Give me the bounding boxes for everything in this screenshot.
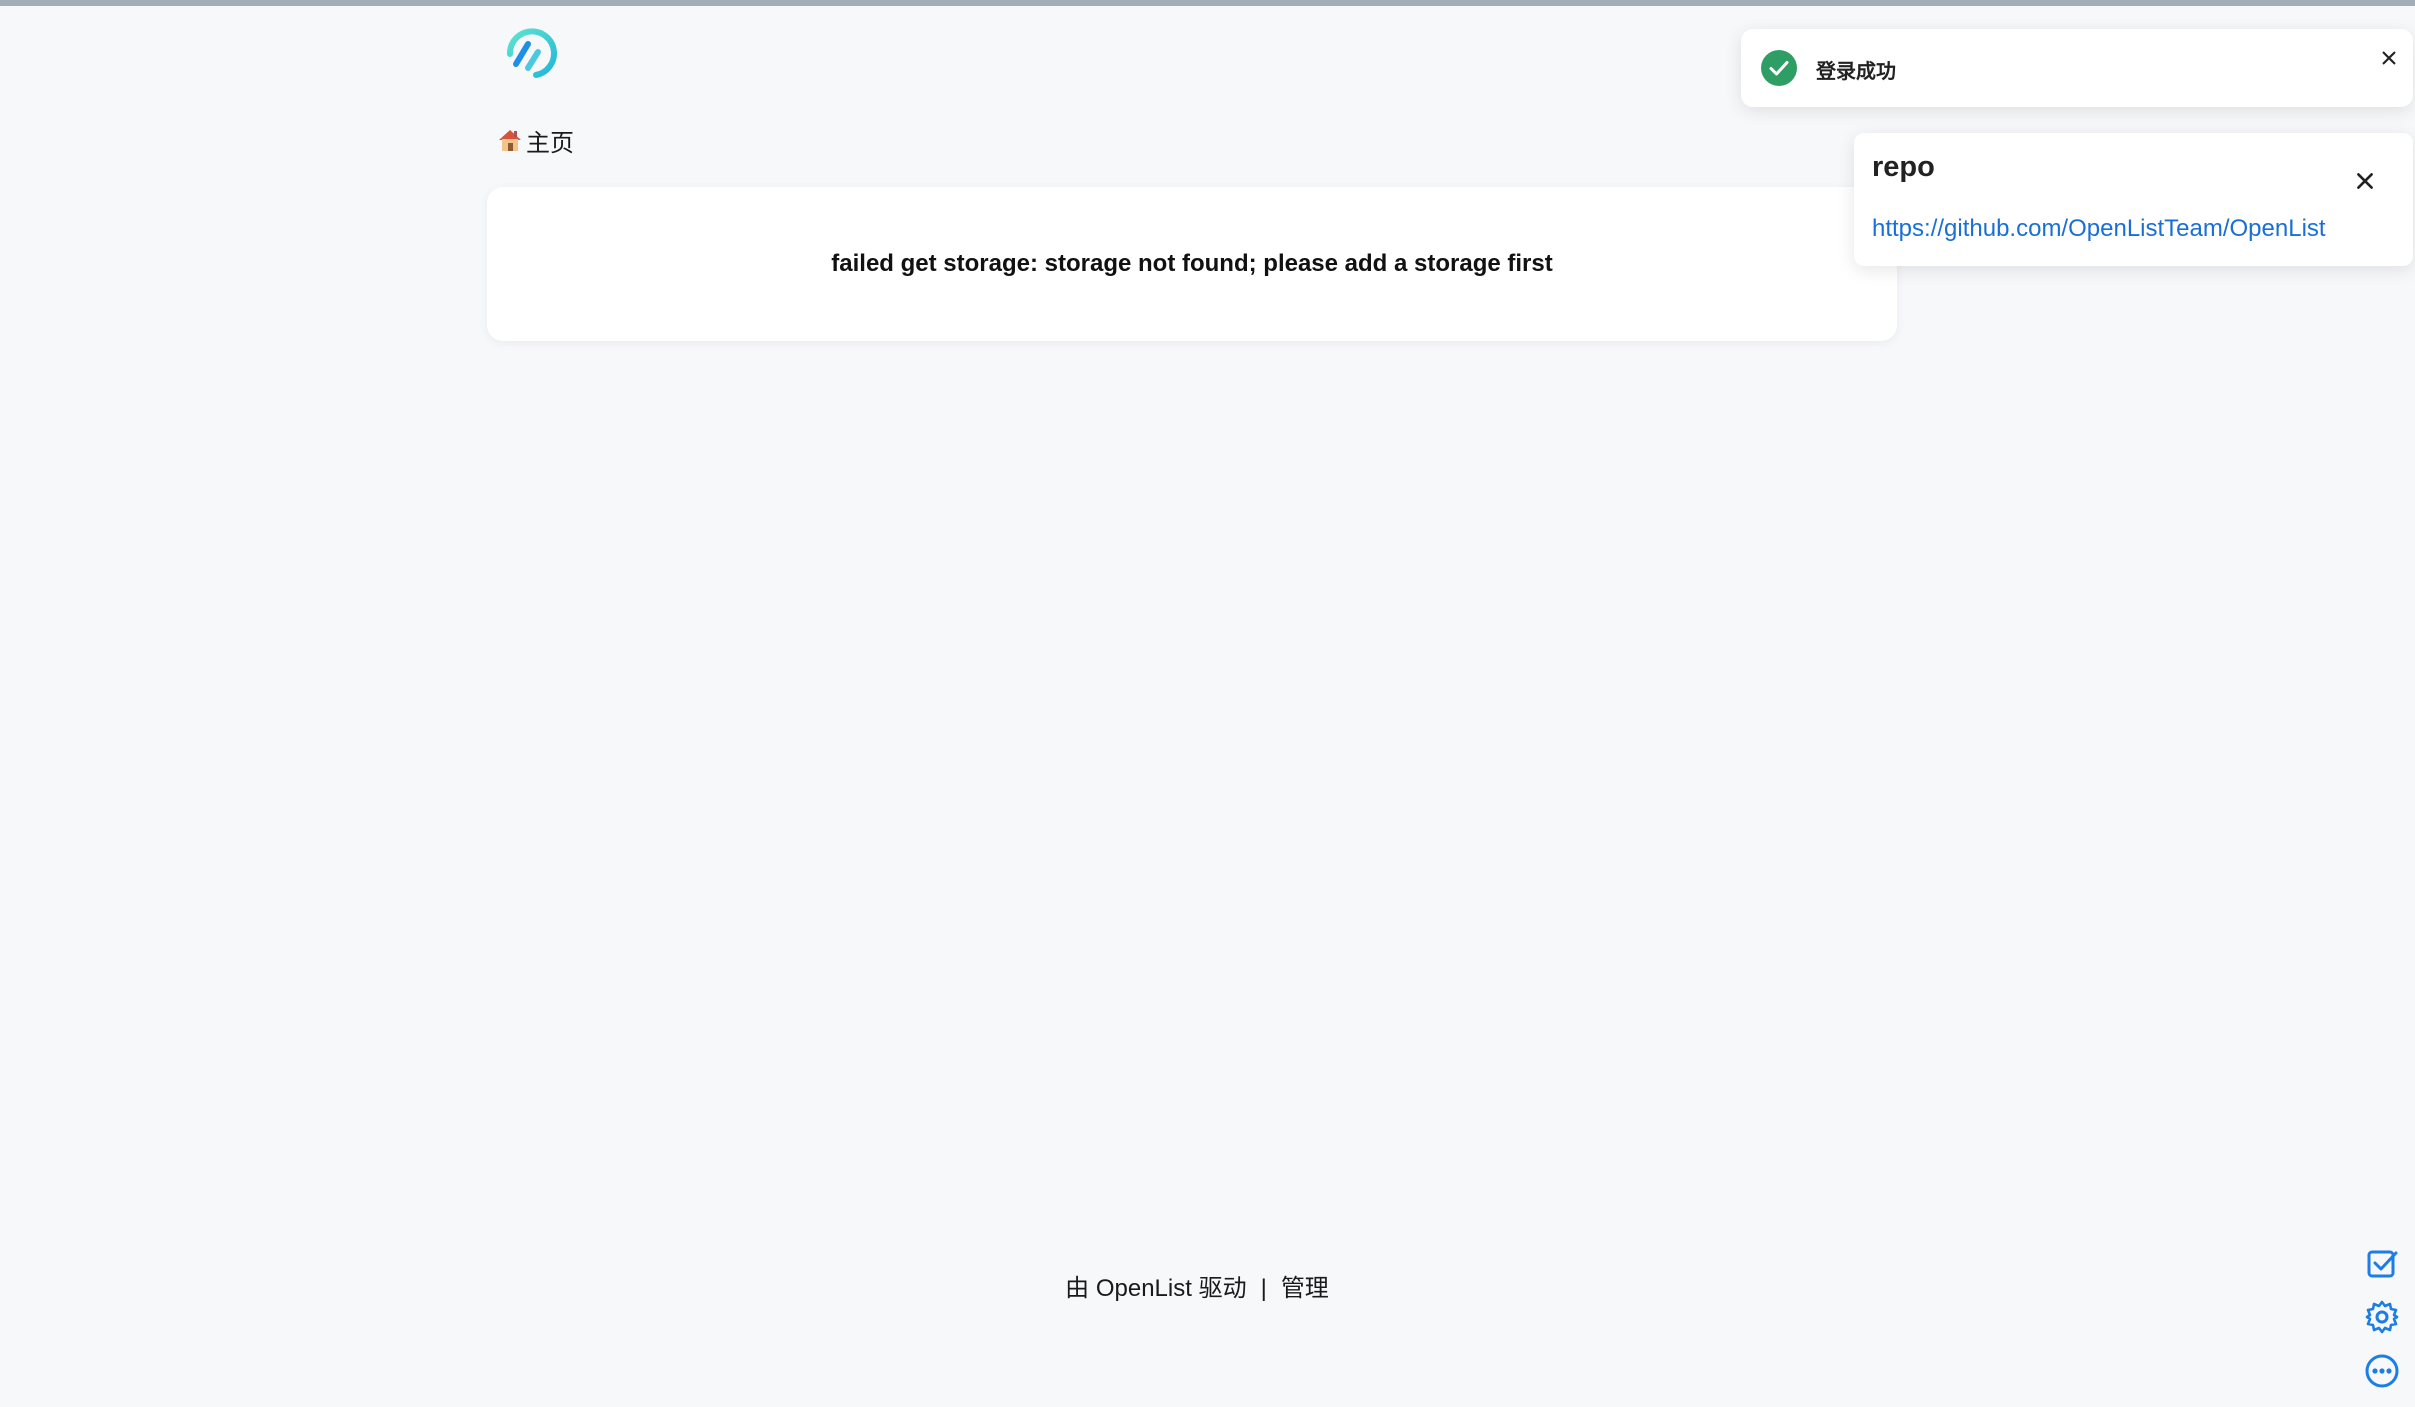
- error-card: failed get storage: storage not found; p…: [487, 187, 1897, 341]
- check-circle-icon: [1761, 50, 1797, 86]
- repo-link[interactable]: https://github.com/OpenListTeam/OpenList: [1872, 215, 2326, 243]
- footer-separator: |: [1260, 1275, 1267, 1302]
- toast-message: 登录成功: [1816, 61, 1896, 83]
- repo-notice: repo https://github.com/OpenListTeam/Ope…: [1854, 133, 2413, 266]
- breadcrumb-home-link[interactable]: 主页: [526, 123, 574, 158]
- house-icon: [496, 126, 524, 154]
- error-message: failed get storage: storage not found; p…: [831, 250, 1553, 277]
- close-icon: [2382, 51, 2396, 65]
- top-progress-bar: [0, 0, 2415, 6]
- more-dots-icon[interactable]: [2364, 1353, 2400, 1389]
- checkbox-icon[interactable]: [2364, 1246, 2400, 1282]
- notice-title: repo: [1872, 151, 1935, 183]
- login-success-toast: 登录成功: [1741, 29, 2413, 107]
- footer: 由 OpenList 驱动 | 管理: [0, 1268, 2394, 1303]
- toast-close-button[interactable]: [2374, 43, 2404, 73]
- notice-close-button[interactable]: [2347, 163, 2383, 199]
- close-icon: [2357, 173, 2373, 189]
- powered-by-text: 由 OpenList 驱动: [1065, 1275, 1247, 1302]
- openlist-logo-icon[interactable]: [500, 22, 564, 86]
- admin-link[interactable]: 管理: [1281, 1275, 1329, 1302]
- gear-icon[interactable]: [2364, 1299, 2400, 1335]
- breadcrumb: 主页: [496, 122, 574, 158]
